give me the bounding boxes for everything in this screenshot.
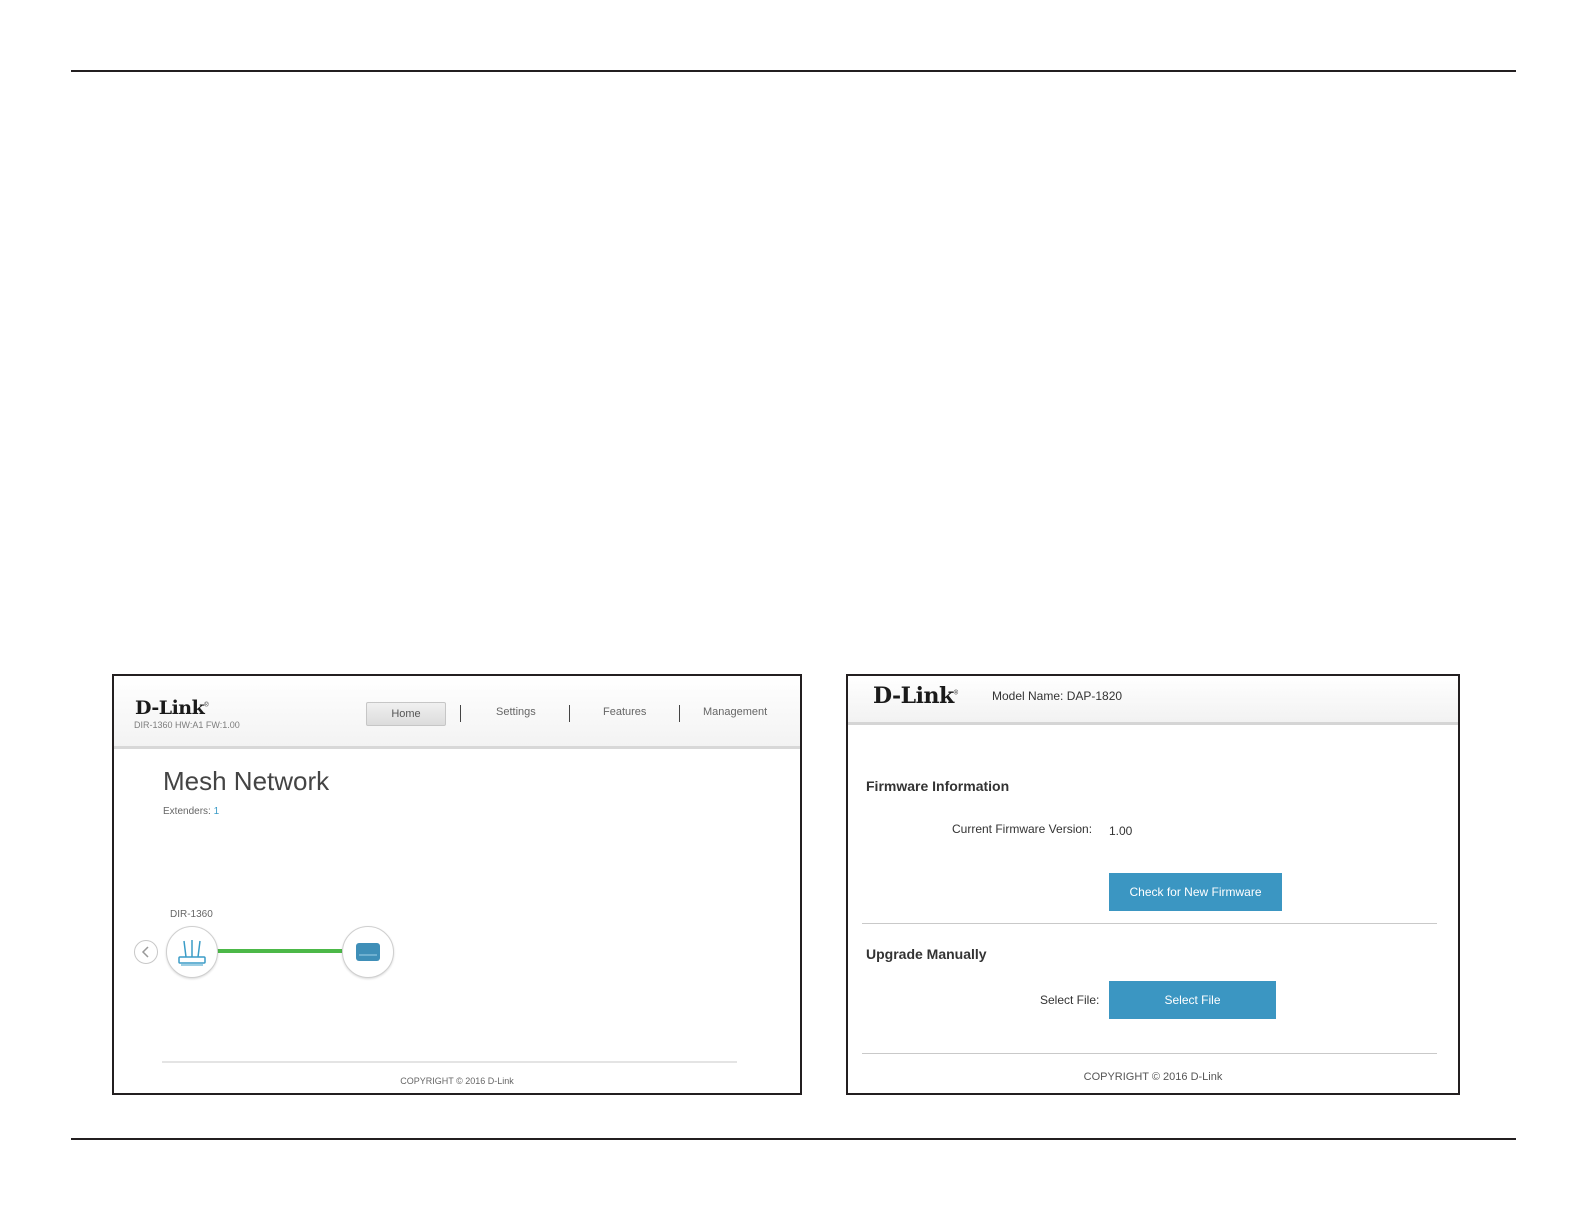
mesh-network-screenshot: D-Link® DIR-1360 HW:A1 FW:1.00 Home Sett… (112, 674, 802, 1095)
check-firmware-button[interactable]: Check for New Firmware (1109, 873, 1282, 911)
mesh-link-line (217, 949, 342, 953)
extender-node[interactable] (342, 926, 394, 978)
firmware-info-title: Firmware Information (866, 778, 1010, 794)
footer-divider (862, 1053, 1437, 1054)
router-node[interactable] (166, 926, 218, 978)
chevron-left-icon (141, 946, 149, 958)
back-arrow-button[interactable] (134, 940, 158, 964)
extenders-value: 1 (213, 806, 220, 817)
copyright: COPYRIGHT © 2016 D-Link (1083, 1071, 1223, 1083)
nav-separator (569, 705, 570, 722)
extenders-label: Extenders: (163, 806, 211, 817)
footer-divider (162, 1061, 737, 1063)
nav-separator (460, 705, 461, 722)
extenders-count: Extenders: 1 (163, 806, 219, 817)
header-bar: D-Link® Model Name: DAP-1820 (848, 676, 1458, 725)
select-file-label: Select File: (1040, 993, 1100, 1007)
model-name: Model Name: DAP-1820 (992, 689, 1123, 703)
router-label: DIR-1360 (170, 909, 213, 920)
firmware-screenshot: D-Link® Model Name: DAP-1820 Firmware In… (846, 674, 1460, 1095)
dlink-logo: D-Link® (873, 683, 958, 709)
current-firmware-value: 1.00 (1109, 824, 1133, 838)
nav-management[interactable]: Management (703, 706, 767, 718)
extender-icon (356, 943, 380, 961)
section-divider (862, 923, 1437, 924)
header-bar: D-Link® DIR-1360 HW:A1 FW:1.00 Home Sett… (114, 676, 800, 749)
bottom-rule (71, 1138, 1516, 1140)
copyright: COPYRIGHT © 2016 D-Link (400, 1076, 514, 1086)
page-title: Mesh Network (163, 766, 330, 796)
router-icon (178, 940, 206, 966)
select-file-button[interactable]: Select File (1109, 981, 1276, 1019)
upgrade-manually-title: Upgrade Manually (866, 946, 987, 962)
dlink-logo: D-Link® (135, 697, 209, 719)
model-line: DIR-1360 HW:A1 FW:1.00 (134, 720, 240, 730)
nav-separator (679, 705, 680, 722)
nav-settings[interactable]: Settings (496, 706, 536, 718)
current-firmware-label: Current Firmware Version: (952, 822, 1093, 836)
nav-home[interactable]: Home (366, 702, 446, 726)
top-rule (71, 70, 1516, 72)
nav-features[interactable]: Features (603, 706, 646, 718)
